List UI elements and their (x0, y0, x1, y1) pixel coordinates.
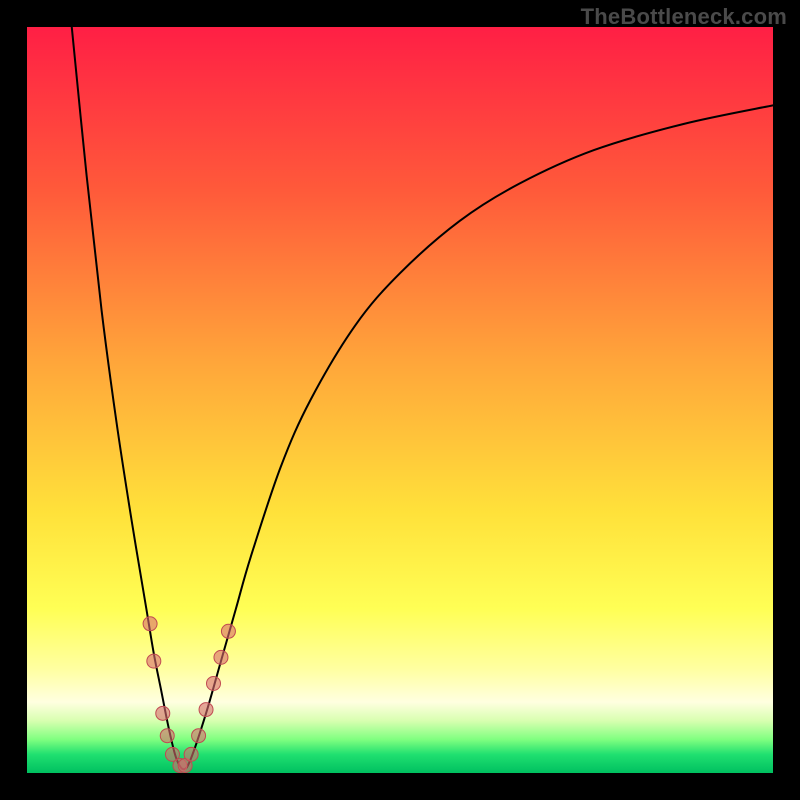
data-marker (143, 617, 157, 631)
data-marker (147, 654, 161, 668)
data-marker (207, 676, 221, 690)
outer-frame: TheBottleneck.com (0, 0, 800, 800)
plot-area (27, 27, 773, 773)
data-marker (160, 729, 174, 743)
data-marker (184, 747, 198, 761)
data-marker (214, 650, 228, 664)
curve-layer (27, 27, 773, 773)
data-marker (221, 624, 235, 638)
data-marker (192, 729, 206, 743)
bottleneck-curve (72, 27, 773, 769)
plot-inner (27, 27, 773, 773)
data-marker (156, 706, 170, 720)
data-marker (199, 703, 213, 717)
watermark-text: TheBottleneck.com (581, 4, 787, 30)
